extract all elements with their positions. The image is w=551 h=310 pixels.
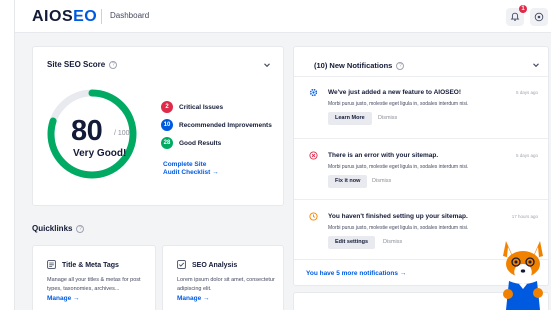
dismiss-button[interactable]: Dismiss — [372, 178, 391, 184]
chevron-down-icon[interactable] — [531, 60, 541, 70]
notification-title: You haven't finished setting up your sit… — [328, 213, 468, 220]
site-seo-score-title: Site SEO Score? — [47, 60, 118, 69]
legend-label: Recommended Improvements — [179, 122, 272, 129]
audit-checklist-link[interactable]: Complete Site Audit Checklist → — [163, 161, 219, 177]
help-icon[interactable]: ? — [396, 62, 405, 70]
notifications-button[interactable]: 1 — [506, 5, 527, 26]
clock-icon — [309, 212, 318, 221]
quicklink-heading: Title & Meta Tags — [47, 260, 119, 269]
recommended-count-badge: 10 — [161, 119, 173, 131]
notifications-title: (10) New Notifications? — [314, 61, 405, 70]
seo-score-max: / 100 — [114, 130, 130, 137]
aioseo-logo[interactable]: AIOSEO — [32, 8, 97, 26]
breadcrumb: Dashboard — [110, 11, 150, 20]
divider — [294, 138, 548, 139]
bell-icon — [510, 12, 520, 21]
legend-label: Good Results — [179, 140, 222, 147]
quicklink-description: Manage all your titles & metas for post … — [47, 277, 141, 292]
title-meta-icon — [47, 260, 56, 269]
quicklink-manage-link[interactable]: Manage → — [47, 295, 80, 302]
notification-time: 17 hours ago — [511, 214, 538, 219]
notification-title: There is an error with your sitemap. — [328, 152, 439, 159]
fox-mascot-icon — [503, 241, 543, 310]
dismiss-button[interactable]: Dismiss — [383, 239, 402, 245]
divider — [294, 76, 548, 77]
help-button[interactable] — [530, 8, 548, 26]
quicklink-heading: SEO Analysis — [177, 260, 237, 269]
quicklink-card-seo-analysis[interactable]: SEO Analysis Lorem ipsum dolor sit amet,… — [162, 245, 284, 310]
dismiss-button[interactable]: Dismiss — [378, 115, 397, 121]
notification-description: Morbi purus justo, molestie eget ligula … — [328, 101, 469, 107]
fix-it-now-button[interactable]: Fix it now — [328, 175, 368, 188]
more-notifications-link[interactable]: You have 5 more notifications → — [306, 270, 406, 277]
seo-score-verdict: Very Good! — [73, 148, 127, 159]
notification-time: 5 days ago — [515, 90, 538, 95]
error-x-icon — [309, 151, 318, 160]
notification-count-badge: 1 — [519, 5, 527, 13]
notification-description: Morbi purus justo, molestie eget ligula … — [328, 225, 469, 231]
seo-analysis-icon — [177, 260, 186, 269]
learn-more-button[interactable]: Learn More — [328, 112, 372, 125]
quicklink-description: Lorem ipsum dolor sit amet, consectetur … — [177, 277, 275, 292]
top-bar: AIOSEO Dashboard 1 — [15, 0, 551, 33]
quicklink-card-title-meta[interactable]: Title & Meta Tags Manage all your titles… — [32, 245, 156, 310]
gear-icon — [309, 88, 318, 97]
notification-description: Morbi purus justo, molestie eget ligula … — [328, 164, 469, 170]
notification-title: We've just added a new feature to AIOSEO… — [328, 89, 462, 96]
help-circle-icon — [534, 12, 544, 22]
quicklink-manage-link[interactable]: Manage → — [177, 295, 210, 302]
legend-label: Critical Issues — [179, 104, 224, 111]
chevron-down-icon[interactable] — [262, 60, 272, 70]
header-divider — [101, 9, 102, 24]
divider — [294, 199, 548, 200]
seo-score-value: 80 — [71, 115, 103, 147]
help-icon[interactable]: ? — [109, 61, 118, 69]
notification-time: 5 days ago — [515, 153, 538, 158]
critical-count-badge: 2 — [161, 101, 173, 113]
good-count-badge: 28 — [161, 137, 173, 149]
help-icon[interactable]: ? — [76, 225, 85, 233]
dashboard-frame: AIOSEO Dashboard 1 Site SEO Score? 80 / … — [14, 0, 551, 310]
quicklinks-title: Quicklinks? — [32, 224, 85, 233]
edit-settings-button[interactable]: Edit settings — [328, 236, 376, 249]
